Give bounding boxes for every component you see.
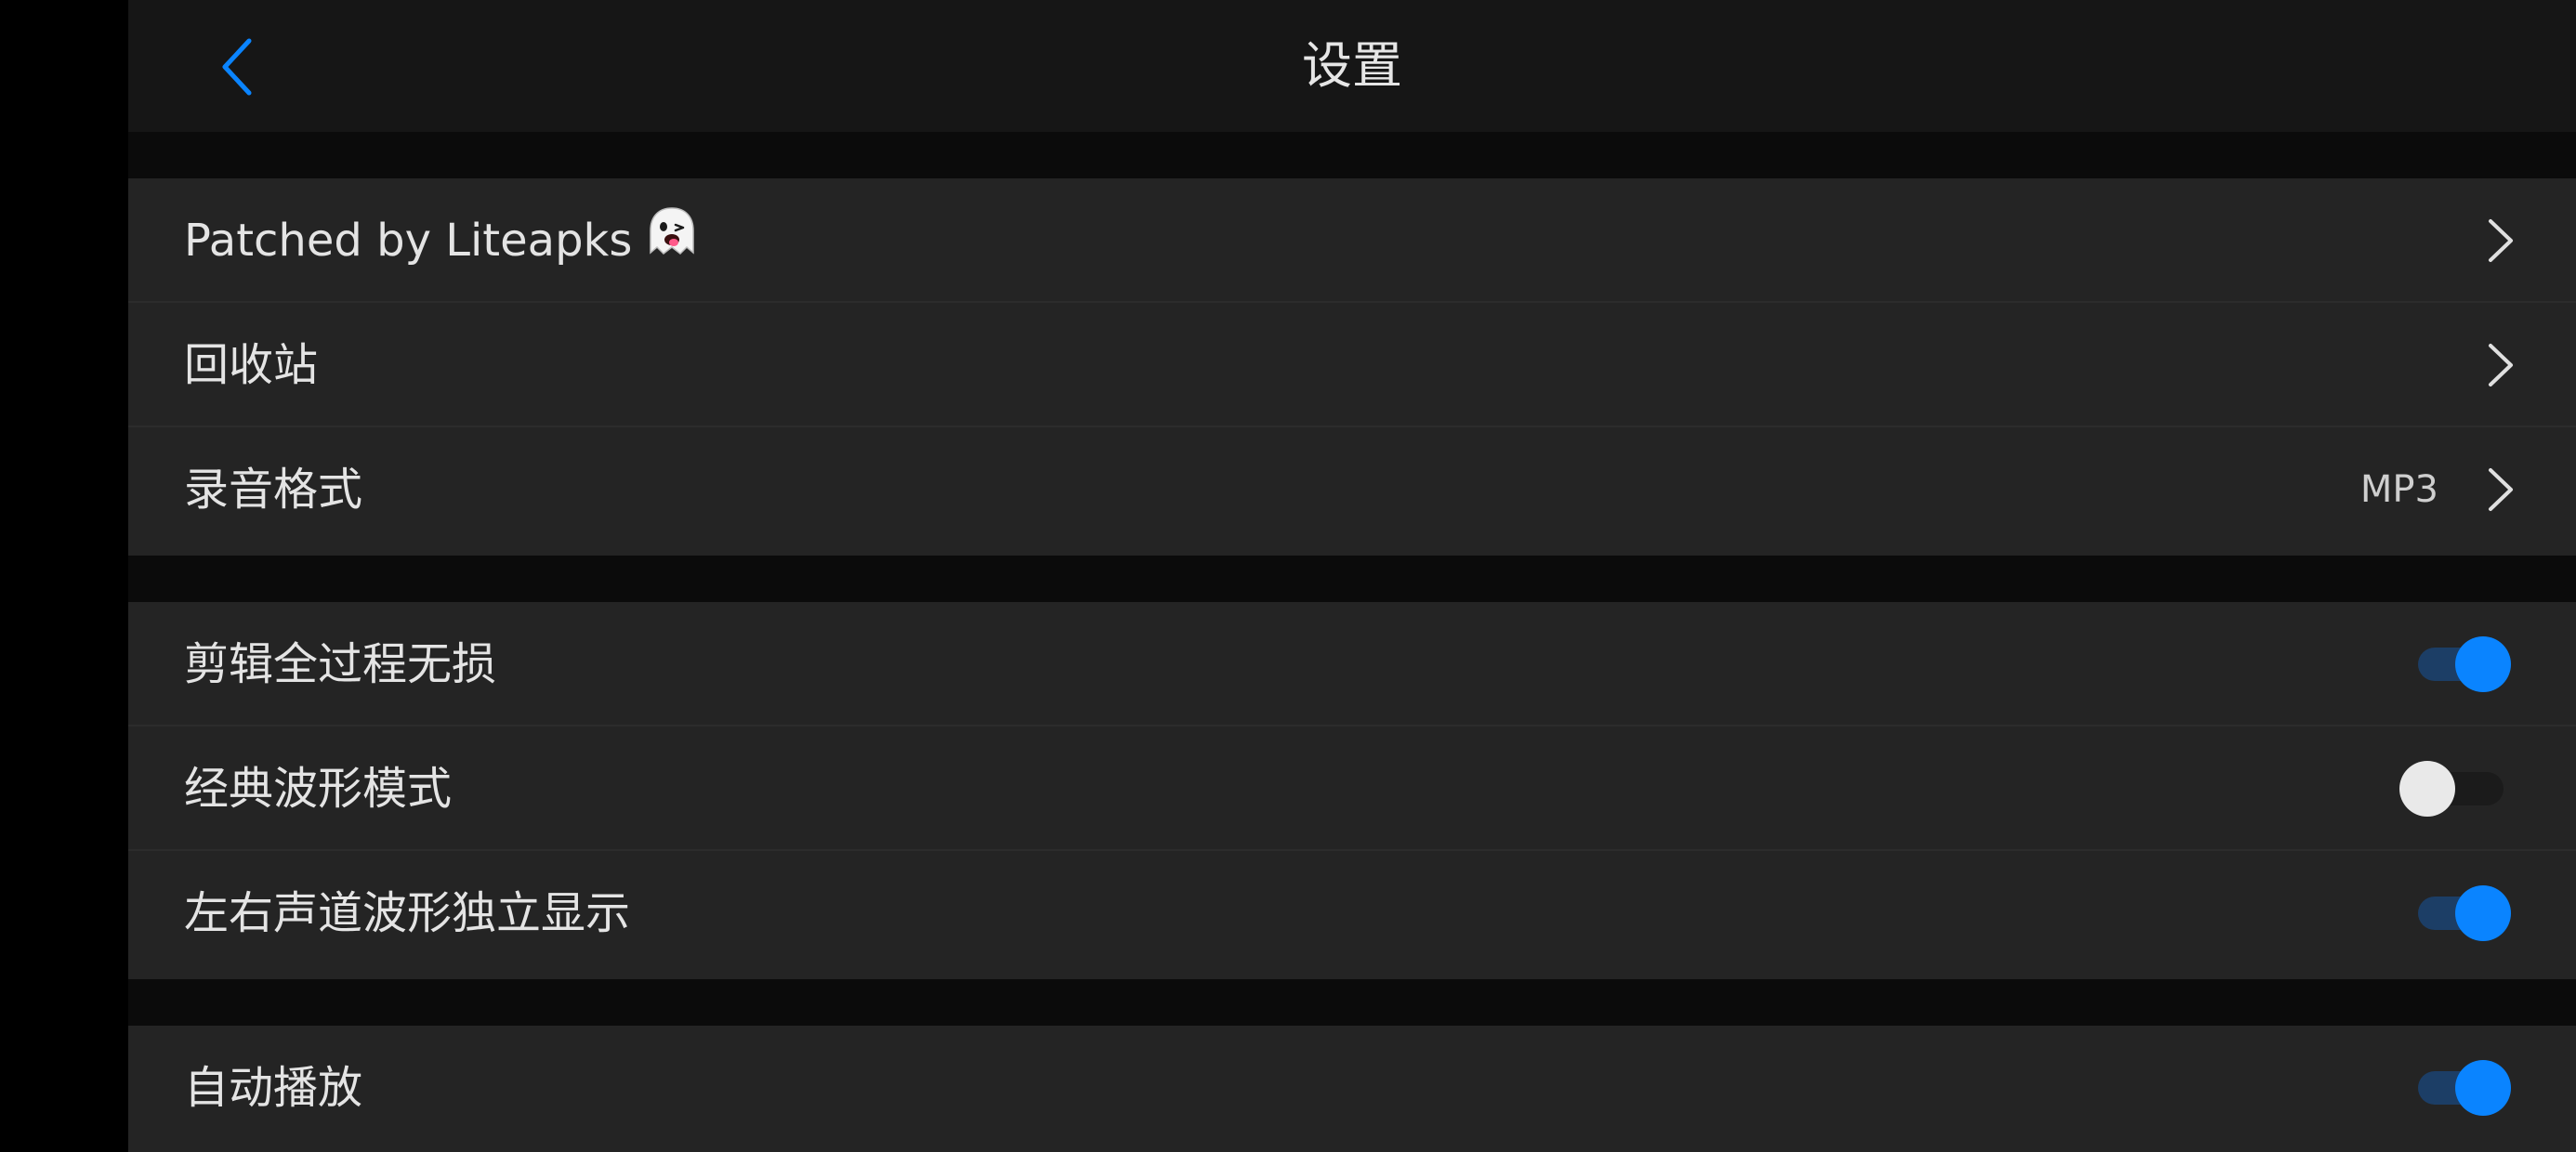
- lossless-editing-toggle[interactable]: [2414, 636, 2511, 692]
- screen: 设置 Patched by Liteapks 回收站 录音格式 MP3 剪辑全过…: [0, 0, 2576, 1152]
- chevron-left-icon: [222, 38, 252, 96]
- settings-row-recycle-bin[interactable]: 回收站: [128, 303, 2576, 427]
- settings-row-patched[interactable]: Patched by Liteapks: [128, 178, 2576, 303]
- settings-row-classic-waveform: 经典波形模式: [128, 727, 2576, 851]
- settings-row-recording-format[interactable]: 录音格式 MP3: [128, 427, 2576, 552]
- settings-row-autoplay: 自动播放: [128, 1026, 2576, 1150]
- row-label: 剪辑全过程无损: [184, 638, 497, 690]
- row-label: 经典波形模式: [184, 763, 453, 815]
- classic-waveform-toggle[interactable]: [2399, 761, 2511, 817]
- row-label-text: Patched by Liteapks: [184, 215, 633, 267]
- row-label: 回收站: [184, 339, 319, 391]
- settings-row-stereo-waveform: 左右声道波形独立显示: [128, 851, 2576, 975]
- settings-app: 设置 Patched by Liteapks 回收站 录音格式 MP3 剪辑全过…: [128, 0, 2576, 1152]
- toggle-knob: [2399, 761, 2455, 817]
- settings-row-lossless-editing: 剪辑全过程无损: [128, 602, 2576, 727]
- chevron-right-icon: [2489, 219, 2513, 262]
- settings-group-waveform: 剪辑全过程无损 经典波形模式 左右声道波形独立显示: [128, 602, 2576, 979]
- recording-format-value: MP3: [2359, 468, 2438, 511]
- toggle-knob: [2455, 636, 2511, 692]
- row-label: Patched by Liteapks: [184, 178, 699, 303]
- page-title: 设置: [1302, 36, 1402, 95]
- settings-group-playback: 自动播放: [128, 1026, 2576, 1152]
- settings-group-general: Patched by Liteapks 回收站 录音格式 MP3: [128, 178, 2576, 556]
- row-label: 录音格式: [184, 464, 363, 516]
- stereo-waveform-toggle[interactable]: [2414, 885, 2511, 941]
- row-label: 自动播放: [184, 1062, 363, 1114]
- chevron-right-icon: [2489, 468, 2513, 511]
- toggle-knob: [2455, 1060, 2511, 1116]
- autoplay-toggle[interactable]: [2414, 1060, 2511, 1116]
- back-button[interactable]: [203, 30, 277, 104]
- row-label: 左右声道波形独立显示: [184, 887, 631, 939]
- toggle-knob: [2455, 885, 2511, 941]
- chevron-right-icon: [2489, 344, 2513, 386]
- ghost-emoji-icon: [645, 181, 699, 306]
- header-bar: 设置: [128, 0, 2576, 132]
